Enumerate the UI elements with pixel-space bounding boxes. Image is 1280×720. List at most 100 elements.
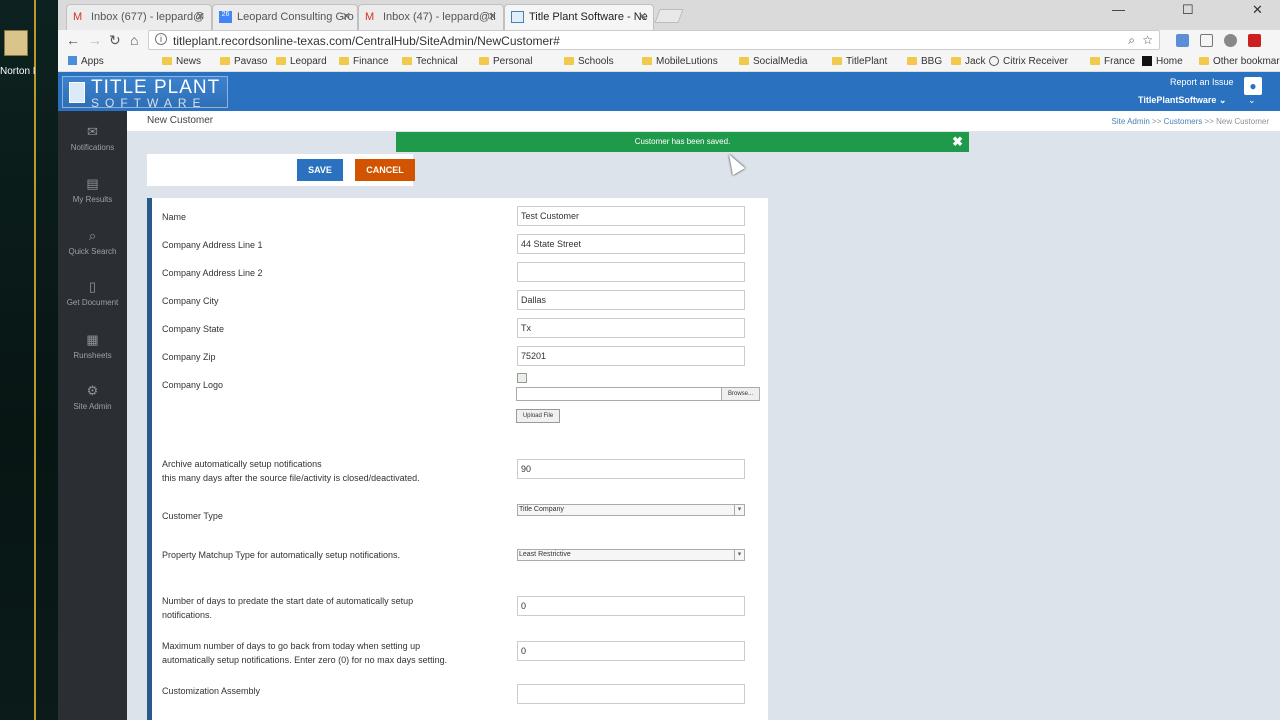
cancel-button[interactable]: CANCEL [355, 159, 415, 181]
city-field[interactable]: Dallas [517, 290, 745, 310]
maximize-icon[interactable]: ☐ [1182, 2, 1194, 18]
bookmark-label: Other bookmarks [1213, 56, 1280, 67]
archive-days-field[interactable]: 90 [517, 459, 745, 479]
bookmark-mobilelutions[interactable]: MobileLutions [642, 56, 718, 67]
gears-icon: ⚙ [86, 383, 99, 398]
tab-gmail-1[interactable]: M Inbox (677) - leppard@ ✕ [66, 4, 212, 30]
tab-label: Inbox (677) - leppard@ [91, 11, 205, 23]
folder-icon [1199, 57, 1209, 65]
assembly-field[interactable] [517, 684, 745, 704]
bookmark-personal[interactable]: Personal [479, 56, 532, 67]
matchup-type-select[interactable]: Least Restrictive ▾ [517, 549, 745, 561]
close-icon[interactable]: ✕ [196, 10, 205, 23]
breadcrumb-customers[interactable]: Customers [1164, 117, 1203, 126]
logo-file-input[interactable]: Browse... [516, 387, 760, 401]
upload-file-button[interactable]: Upload File [516, 409, 560, 423]
close-icon[interactable]: ✖ [952, 132, 963, 152]
bookmark-label: Pavaso [234, 56, 268, 67]
browser-window: M Inbox (677) - leppard@ ✕ 26 Leopard Co… [58, 0, 1280, 720]
bookmark-label: SocialMedia [753, 56, 808, 67]
address1-field[interactable]: 44 State Street [517, 234, 745, 254]
bookmark-bbg[interactable]: BBG [907, 56, 942, 67]
state-field[interactable]: Tx [517, 318, 745, 338]
user-avatar-icon[interactable]: ● [1244, 77, 1262, 95]
bookmark-pavaso[interactable]: Pavaso [220, 56, 267, 67]
zip-field[interactable]: 75201 [517, 346, 745, 366]
tab-title-plant[interactable]: Title Plant Software - Ne ✕ [504, 4, 654, 30]
window-close-icon[interactable]: ✕ [1252, 2, 1263, 18]
folder-icon [276, 57, 286, 65]
lastpass-icon[interactable] [1248, 34, 1261, 47]
cast-icon[interactable] [1200, 34, 1213, 47]
close-icon[interactable]: ✕ [342, 10, 351, 23]
extension-icon[interactable] [1176, 34, 1189, 47]
customer-type-select[interactable]: Title Company ▾ [517, 504, 745, 516]
tab-calendar[interactable]: 26 Leopard Consulting Gro ✕ [212, 4, 358, 30]
sidebar-item-notifications[interactable]: ✉ Notifications [58, 124, 127, 152]
bookmark-apps[interactable]: Apps [68, 56, 104, 67]
save-button[interactable]: SAVE [297, 159, 343, 181]
report-issue-link[interactable]: Report an Issue [1170, 77, 1234, 87]
settings-extension-icon[interactable] [1224, 34, 1237, 47]
bookmark-other[interactable]: Other bookmarks [1199, 56, 1280, 67]
star-icon[interactable]: ☆ [1142, 33, 1153, 47]
tab-gmail-2[interactable]: M Inbox (47) - leppard@ti ✕ [358, 4, 504, 30]
reload-icon[interactable]: ↻ [109, 32, 121, 49]
bookmark-label: Citrix Receiver [1003, 56, 1069, 67]
chevron-down-icon: ▾ [734, 505, 744, 515]
bookmark-label: Personal [493, 56, 533, 67]
chevron-down-icon[interactable]: ⌄ [1248, 95, 1256, 106]
max-days-field[interactable]: 0 [517, 641, 745, 661]
forward-icon[interactable]: → [88, 32, 102, 48]
select-value: Title Company [519, 506, 564, 513]
address2-field[interactable] [517, 262, 745, 282]
sidebar-item-my-results[interactable]: ▤ My Results [58, 176, 127, 204]
bookmark-titleplant[interactable]: TitlePlant [832, 56, 887, 67]
new-tab-button[interactable] [654, 9, 684, 23]
folder-icon [402, 57, 412, 65]
logo[interactable]: TITLE PLANT SOFTWARE [62, 76, 228, 110]
city-label: Company City [162, 296, 219, 306]
desktop-background: Norton Installati... [0, 0, 58, 720]
norton-icon[interactable] [4, 30, 28, 56]
bookmark-label: Home [1156, 56, 1183, 67]
breadcrumb-site-admin[interactable]: Site Admin [1112, 117, 1150, 126]
sidebar-item-quick-search[interactable]: ⌕ Quick Search [58, 228, 127, 256]
desktop-divider [34, 0, 36, 720]
zoom-search-icon[interactable]: ⌕ [1128, 33, 1135, 48]
browse-button[interactable]: Browse... [721, 388, 759, 400]
folder-icon [907, 57, 917, 65]
folder-icon [564, 57, 574, 65]
folder-icon [832, 57, 842, 65]
predate-days-field[interactable]: 0 [517, 596, 745, 616]
tab-label: Title Plant Software - Ne [529, 11, 648, 23]
bookmark-news[interactable]: News [162, 56, 201, 67]
logo-document-icon [69, 82, 85, 103]
info-icon[interactable]: i [155, 33, 167, 45]
sidebar-item-site-admin[interactable]: ⚙ Site Admin [58, 383, 127, 411]
bookmark-technical[interactable]: Technical [402, 56, 458, 67]
bookmark-jack[interactable]: Jack [951, 56, 986, 67]
sidebar-item-runsheets[interactable]: ▦ Runsheets [58, 332, 127, 360]
archive-label-line1: Archive automatically setup notification… [162, 459, 322, 469]
home-icon[interactable]: ⌂ [130, 32, 138, 48]
bookmark-finance[interactable]: Finance [339, 56, 389, 67]
close-icon[interactable]: ✕ [488, 10, 497, 23]
breadcrumb-separator: >> [1152, 117, 1162, 126]
bookmark-label: MobileLutions [656, 56, 718, 67]
bookmark-schools[interactable]: Schools [564, 56, 614, 67]
back-icon[interactable]: ← [66, 32, 80, 48]
close-icon[interactable]: ✕ [638, 10, 647, 23]
sidebar-item-get-document[interactable]: ▯ Get Document [58, 279, 127, 307]
user-menu[interactable]: TitlePlantSoftware ⌄ [1138, 95, 1226, 106]
minimize-icon[interactable]: — [1112, 2, 1125, 17]
bookmark-socialmedia[interactable]: SocialMedia [739, 56, 807, 67]
bookmark-home[interactable]: Home [1142, 56, 1183, 67]
bookmark-citrix[interactable]: Citrix Receiver [989, 56, 1068, 67]
name-field[interactable]: Test Customer [517, 206, 745, 226]
bookmark-france[interactable]: France [1090, 56, 1135, 67]
bookmark-leopard[interactable]: Leopard [276, 56, 327, 67]
gmail-icon: M [365, 11, 375, 23]
address-bar[interactable]: i titleplant.recordsonline-texas.com/Cen… [148, 30, 1160, 50]
envelope-icon: ✉ [87, 124, 98, 139]
